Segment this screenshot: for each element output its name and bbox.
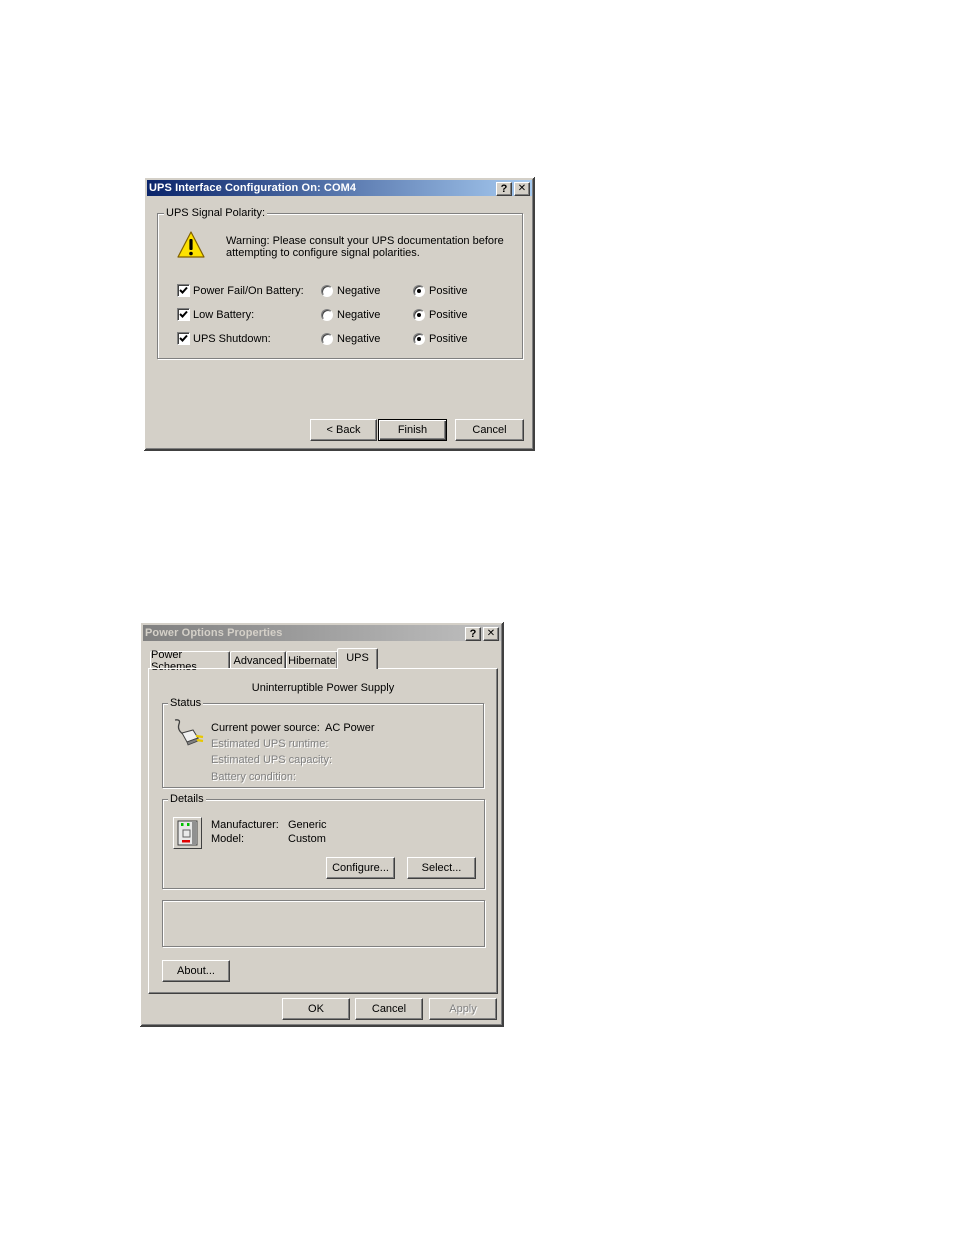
select-button[interactable]: Select... bbox=[407, 857, 476, 879]
help-icon: ? bbox=[469, 627, 477, 640]
ups-shutdown-checkbox[interactable] bbox=[177, 332, 190, 345]
help-button[interactable]: ? bbox=[496, 182, 512, 196]
low-battery-positive-label: Positive bbox=[429, 309, 468, 321]
model-label: Model: bbox=[211, 833, 245, 845]
low-battery-positive-radio[interactable] bbox=[413, 309, 425, 321]
power-fail-positive-radio[interactable] bbox=[413, 285, 425, 297]
low-battery-label: Low Battery: bbox=[193, 309, 255, 321]
current-power-source-value: AC Power bbox=[325, 722, 375, 734]
tab-label: Hibernate bbox=[288, 654, 336, 667]
title-bar: UPS Interface Configuration On: COM4 ? ✕ bbox=[147, 180, 532, 196]
help-button[interactable]: ? bbox=[465, 627, 481, 641]
signal-polarity-group: UPS Signal Polarity: Warning: Please con… bbox=[157, 206, 523, 359]
ups-device-icon bbox=[173, 817, 202, 849]
details-group-label: Details bbox=[168, 792, 206, 806]
current-power-source-label: Current power source: bbox=[211, 722, 320, 734]
warning-text-line2: attempting to configure signal polaritie… bbox=[226, 247, 420, 259]
tab-label: UPS bbox=[346, 652, 369, 664]
low-battery-negative-radio[interactable] bbox=[321, 309, 333, 321]
power-options-dialog: Power Options Properties ? ✕ Power Schem… bbox=[140, 622, 504, 1027]
tab-ups[interactable]: UPS bbox=[337, 648, 378, 669]
low-battery-negative-label: Negative bbox=[337, 309, 381, 321]
tab-hibernate[interactable]: Hibernate bbox=[286, 651, 338, 669]
tab-advanced[interactable]: Advanced bbox=[230, 651, 286, 669]
ups-shutdown-positive-label: Positive bbox=[429, 333, 468, 345]
power-fail-checkbox[interactable] bbox=[177, 284, 190, 297]
ups-shutdown-negative-label: Negative bbox=[337, 333, 381, 345]
finish-button[interactable]: Finish bbox=[378, 419, 447, 441]
panel-heading: Uninterruptible Power Supply bbox=[251, 682, 395, 694]
close-button[interactable]: ✕ bbox=[483, 627, 499, 641]
details-group: Details Manufacturer: Generic Model: Cus… bbox=[162, 792, 485, 889]
ups-tab-panel: Uninterruptible Power Supply Status Curr… bbox=[148, 668, 498, 994]
cancel-button[interactable]: Cancel bbox=[355, 998, 423, 1020]
back-button[interactable]: < Back bbox=[310, 419, 377, 441]
close-icon: ✕ bbox=[486, 628, 496, 639]
power-fail-positive-label: Positive bbox=[429, 285, 468, 297]
power-fail-label: Power Fail/On Battery: bbox=[193, 285, 304, 297]
dialog-title: Power Options Properties bbox=[145, 627, 283, 639]
close-button[interactable]: ✕ bbox=[514, 182, 530, 196]
configure-button[interactable]: Configure... bbox=[326, 857, 395, 879]
power-fail-negative-label: Negative bbox=[337, 285, 381, 297]
manufacturer-value: Generic bbox=[288, 819, 327, 831]
status-group: Status Current power source: AC Power Es… bbox=[162, 696, 484, 788]
warning-icon bbox=[176, 230, 206, 260]
tab-label: Advanced bbox=[233, 654, 283, 667]
tab-power-schemes[interactable]: Power Schemes bbox=[150, 649, 230, 673]
manufacturer-label: Manufacturer: bbox=[211, 819, 279, 831]
info-area bbox=[162, 900, 485, 947]
power-fail-negative-radio[interactable] bbox=[321, 285, 333, 297]
estimated-capacity-label: Estimated UPS capacity: bbox=[211, 754, 333, 766]
status-group-label: Status bbox=[168, 696, 204, 710]
model-value: Custom bbox=[288, 833, 326, 845]
dialog-title: UPS Interface Configuration On: COM4 bbox=[149, 182, 357, 194]
title-bar: Power Options Properties ? ✕ bbox=[143, 625, 501, 641]
ups-shutdown-label: UPS Shutdown: bbox=[193, 333, 271, 345]
ups-shutdown-positive-radio[interactable] bbox=[413, 333, 425, 345]
low-battery-checkbox[interactable] bbox=[177, 308, 190, 321]
about-button[interactable]: About... bbox=[162, 960, 230, 982]
close-icon: ✕ bbox=[517, 183, 527, 194]
group-label: UPS Signal Polarity: bbox=[164, 206, 268, 220]
ups-interface-config-dialog: UPS Interface Configuration On: COM4 ? ✕… bbox=[144, 177, 535, 451]
help-icon: ? bbox=[500, 182, 508, 195]
estimated-runtime-label: Estimated UPS runtime: bbox=[211, 738, 329, 750]
power-plug-icon bbox=[173, 718, 205, 748]
cancel-button[interactable]: Cancel bbox=[455, 419, 524, 441]
battery-condition-label: Battery condition: bbox=[211, 771, 296, 783]
apply-button[interactable]: Apply bbox=[429, 998, 497, 1020]
ok-button[interactable]: OK bbox=[282, 998, 350, 1020]
ups-shutdown-negative-radio[interactable] bbox=[321, 333, 333, 345]
